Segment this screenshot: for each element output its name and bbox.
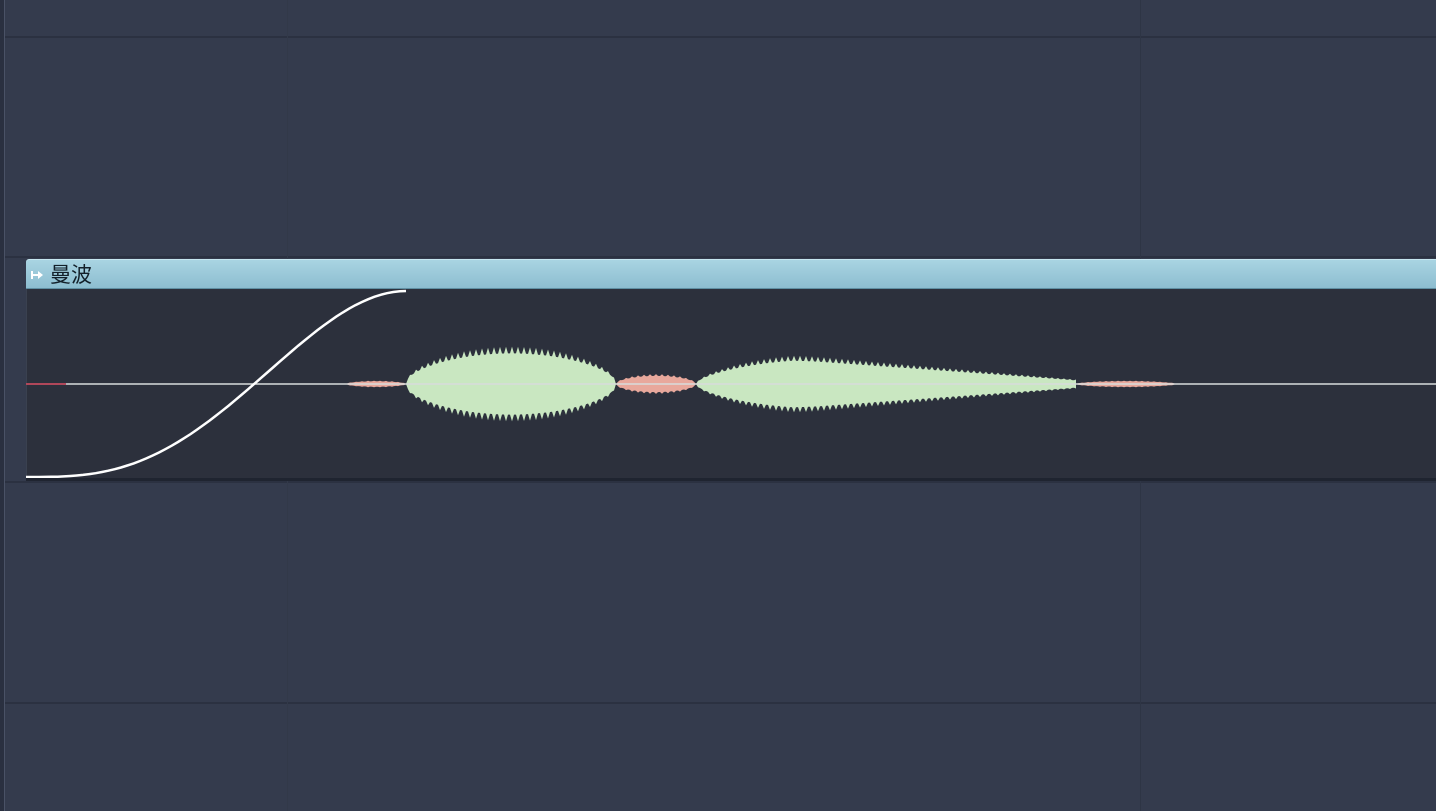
track-divider [5, 36, 1436, 38]
clip-bottom-edge [26, 478, 1436, 481]
track-divider [5, 702, 1436, 704]
playlist-area[interactable]: 曼波 [0, 0, 1436, 811]
track-divider [5, 256, 1436, 258]
audio-clip[interactable]: 曼波 [26, 259, 1436, 481]
clip-title: 曼波 [50, 263, 92, 287]
clip-waveform [26, 289, 1436, 479]
track-divider [5, 481, 1436, 483]
track-header-edge [0, 0, 5, 811]
clip-arrow-icon[interactable] [30, 268, 44, 282]
clip-header[interactable]: 曼波 [26, 259, 1436, 289]
